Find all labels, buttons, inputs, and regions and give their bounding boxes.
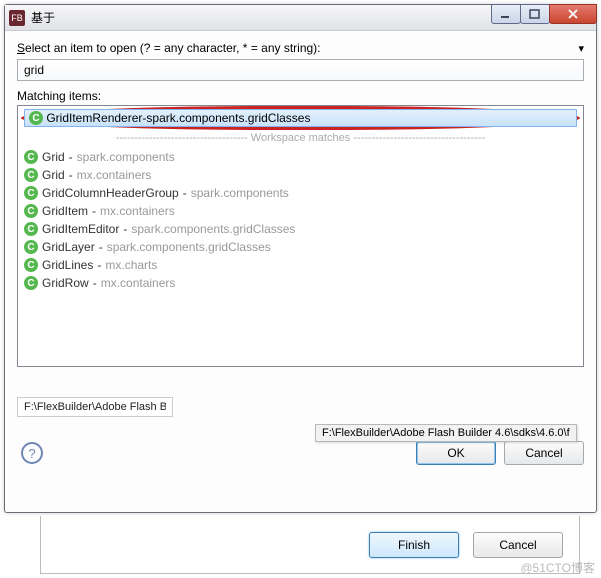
item-package: spark.components.gridClasses <box>107 240 271 254</box>
annotation-highlight: C GridItemRenderer - spark.components.gr… <box>21 106 580 130</box>
separator-workspace-matches: ------------------------------------ Wor… <box>20 132 581 144</box>
class-icon: C <box>24 240 38 254</box>
item-package: mx.containers <box>101 276 176 290</box>
class-icon: C <box>24 222 38 236</box>
menu-dropdown-icon[interactable]: ▾ <box>578 42 584 55</box>
item-name: GridItemRenderer <box>46 111 142 125</box>
list-item[interactable]: CGridItemEditor - spark.components.gridC… <box>20 220 581 238</box>
item-name: Grid <box>42 150 65 164</box>
ok-button[interactable]: OK <box>416 441 496 465</box>
list-item[interactable]: CGridRow - mx.containers <box>20 274 581 292</box>
cancel-button[interactable]: Cancel <box>504 441 584 465</box>
close-button[interactable] <box>549 4 597 24</box>
titlebar[interactable]: FB 基于 <box>5 5 596 31</box>
finish-button[interactable]: Finish <box>369 532 459 558</box>
list-item[interactable]: CGrid - spark.components <box>20 148 581 166</box>
results-listbox[interactable]: C GridItemRenderer - spark.components.gr… <box>17 105 584 367</box>
item-package: spark.components <box>191 186 289 200</box>
list-item[interactable]: CGridLayer - spark.components.gridClasse… <box>20 238 581 256</box>
path-field[interactable] <box>17 397 173 417</box>
watermark: @51CTO博客 <box>520 559 595 576</box>
minimize-button[interactable] <box>491 4 521 24</box>
item-name: GridLines <box>42 258 93 272</box>
item-package: mx.containers <box>100 204 175 218</box>
class-icon: C <box>24 150 38 164</box>
matching-items-label: Matching items: <box>17 89 584 103</box>
cancel-button-lower[interactable]: Cancel <box>473 532 563 558</box>
class-icon: C <box>24 168 38 182</box>
app-icon: FB <box>9 10 25 26</box>
item-package: mx.containers <box>77 168 152 182</box>
item-name: GridColumnHeaderGroup <box>42 186 179 200</box>
item-package: spark.components.gridClasses <box>131 222 295 236</box>
help-icon[interactable]: ? <box>21 442 43 464</box>
class-icon: C <box>24 258 38 272</box>
class-icon: C <box>24 204 38 218</box>
item-name: GridItemEditor <box>42 222 119 236</box>
item-package: mx.charts <box>105 258 157 272</box>
tooltip: F:\FlexBuilder\Adobe Flash Builder 4.6\s… <box>315 424 577 442</box>
item-name: Grid <box>42 168 65 182</box>
list-item[interactable]: CGridLines - mx.charts <box>20 256 581 274</box>
maximize-button[interactable] <box>520 4 550 24</box>
item-name: GridItem <box>42 204 88 218</box>
item-name: GridLayer <box>42 240 95 254</box>
item-package: spark.components.gridClasses <box>146 111 310 125</box>
class-icon: C <box>29 111 43 125</box>
search-input[interactable] <box>17 59 584 81</box>
list-item[interactable]: CGridColumnHeaderGroup - spark.component… <box>20 184 581 202</box>
list-item[interactable]: CGrid - mx.containers <box>20 166 581 184</box>
list-item-selected[interactable]: C GridItemRenderer - spark.components.gr… <box>24 109 577 127</box>
item-package: spark.components <box>77 150 175 164</box>
class-icon: C <box>24 276 38 290</box>
class-icon: C <box>24 186 38 200</box>
item-name: GridRow <box>42 276 89 290</box>
prompt-label: Select an item to open (? = any characte… <box>17 41 584 55</box>
list-item[interactable]: CGridItem - mx.containers <box>20 202 581 220</box>
lower-button-bar: Finish Cancel <box>40 516 580 574</box>
